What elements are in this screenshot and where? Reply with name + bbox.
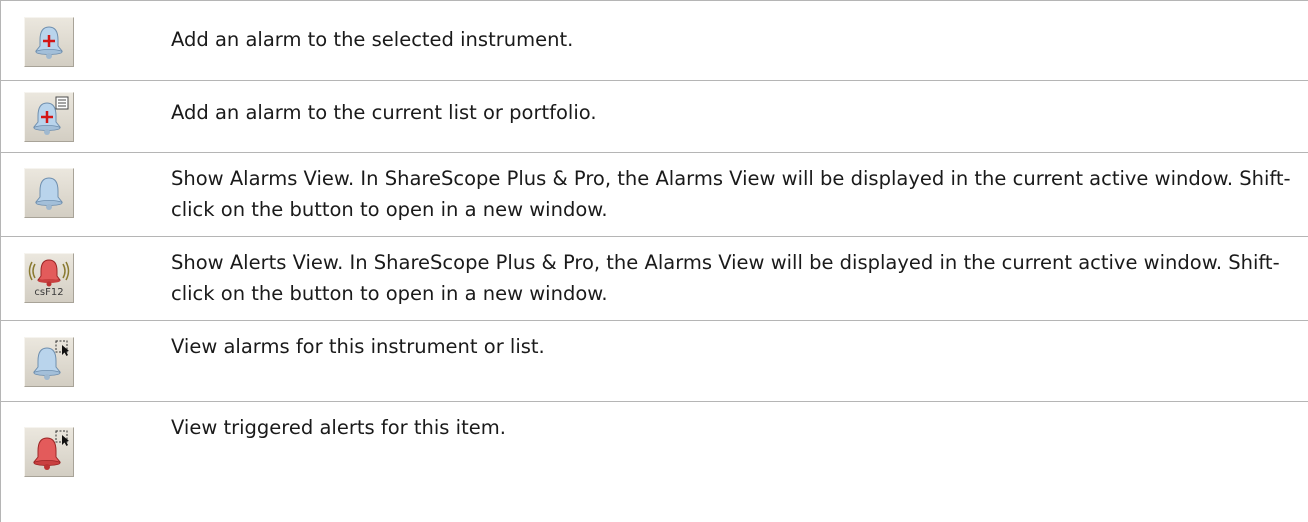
add-alarm-list-icon <box>32 96 69 135</box>
table-row: View triggered alerts for this item. <box>1 401 1308 522</box>
add-alarm-instrument-button[interactable] <box>24 17 74 67</box>
row-description: Show Alarms View. In ShareScope Plus & P… <box>171 167 1291 221</box>
row-description: View alarms for this instrument or list. <box>171 335 545 358</box>
row-description: Add an alarm to the current list or port… <box>171 101 597 124</box>
view-alarms-icon <box>32 340 69 380</box>
add-alarm-list-button[interactable] <box>24 92 74 142</box>
add-alarm-instrument-icon <box>34 26 64 59</box>
alarm-bell-icon <box>34 177 64 210</box>
toolbar-button-reference-table: Add an alarm to the selected instrument.… <box>0 0 1308 522</box>
table-row: Add an alarm to the selected instrument. <box>1 0 1308 81</box>
show-alerts-view-button[interactable]: csF12 <box>24 253 74 303</box>
table-row: Add an alarm to the current list or port… <box>1 80 1308 152</box>
row-description: Add an alarm to the selected instrument. <box>171 28 574 51</box>
table-row: Show Alarms View. In ShareScope Plus & P… <box>1 152 1308 236</box>
table-row: View alarms for this instrument or list. <box>1 320 1308 401</box>
shortcut-label: csF12 <box>34 287 64 298</box>
view-alerts-icon <box>32 430 69 470</box>
row-description: View triggered alerts for this item. <box>171 416 506 439</box>
table-row: csF12 Show Alerts View. In ShareScope Pl… <box>1 236 1308 320</box>
show-alarms-view-button[interactable] <box>24 168 74 218</box>
row-description: Show Alerts View. In ShareScope Plus & P… <box>171 251 1280 305</box>
view-alarms-button[interactable] <box>24 337 74 387</box>
view-alerts-button[interactable] <box>24 427 74 477</box>
